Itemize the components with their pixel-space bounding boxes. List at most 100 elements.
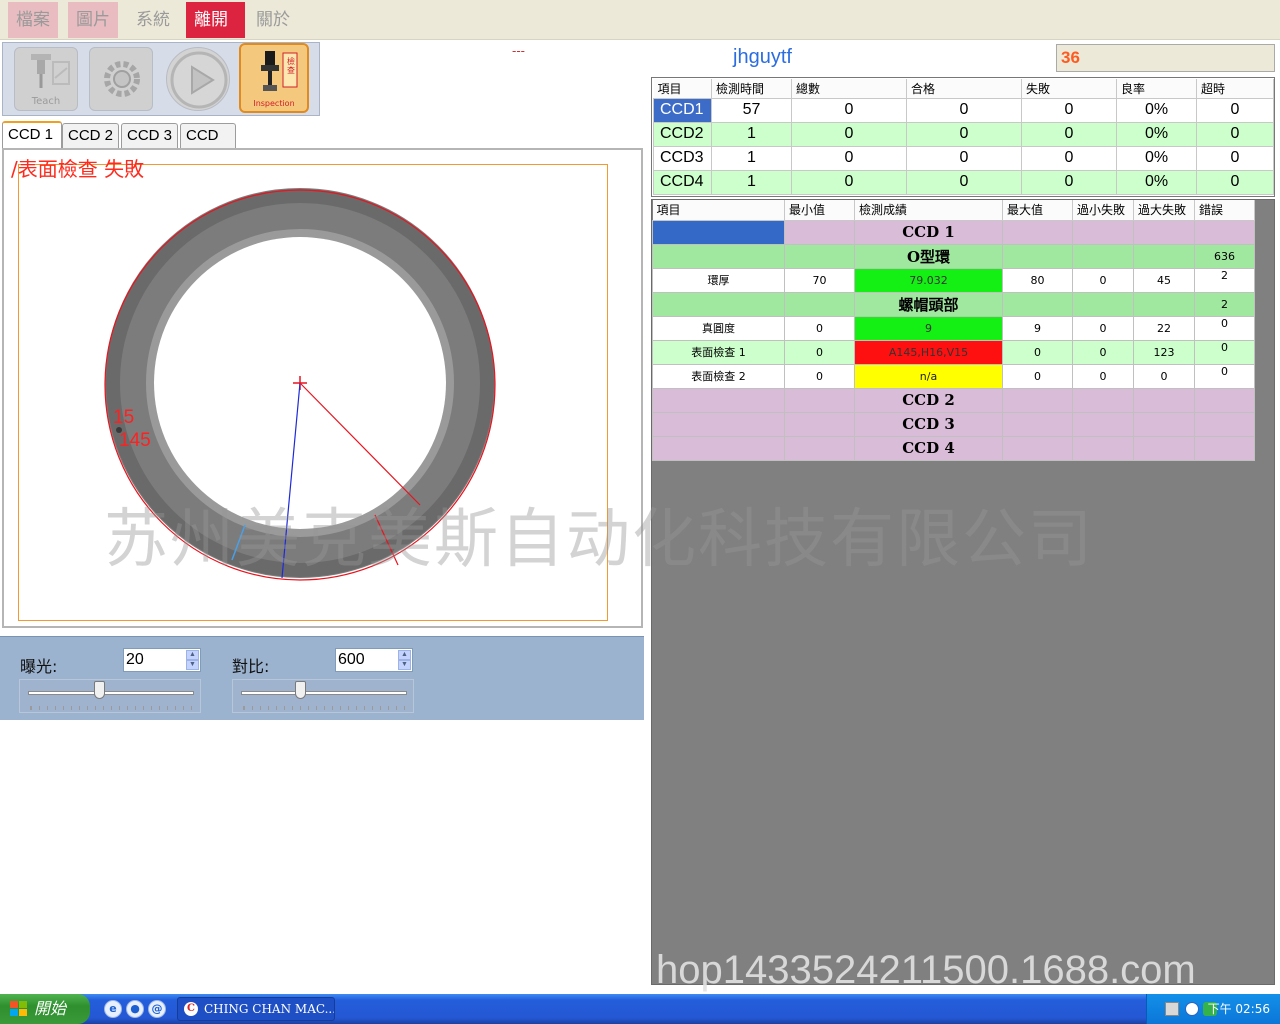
summary-header-row: 項目 檢測時間 總數 合格 失敗 良率 超時	[653, 79, 1274, 99]
summary-cell: 0	[791, 121, 907, 147]
summary-row[interactable]: CCD4 1 0 0 0 0% 0	[653, 169, 1274, 195]
summary-cell: 0	[1196, 169, 1274, 195]
col-max: 最大值	[1002, 200, 1073, 221]
summary-cell: 0	[791, 145, 907, 171]
job-title: jhguytf	[733, 46, 792, 68]
section-row-ccd4[interactable]: CCD 4	[652, 435, 1255, 461]
contrast-label: 對比:	[232, 657, 270, 676]
exposure-up-icon[interactable]: ▲	[186, 650, 199, 660]
group-label: O型環	[854, 243, 1003, 269]
summary-cell: 0	[1196, 97, 1274, 123]
section-row-ccd1[interactable]: CCD 1	[652, 219, 1255, 245]
summary-row[interactable]: CCD3 1 0 0 0 0% 0	[653, 145, 1274, 171]
contrast-slider[interactable]	[232, 679, 414, 713]
group-error: 2	[1194, 291, 1255, 317]
result-cell: 79.032	[854, 267, 1003, 293]
exposure-label: 曝光:	[20, 657, 58, 676]
detail-cell: 45	[1133, 267, 1195, 293]
summary-cell: 0%	[1116, 145, 1197, 171]
detail-cell: 0	[1072, 363, 1134, 389]
summary-cell: 0%	[1116, 169, 1197, 195]
col-total: 總數	[791, 79, 907, 99]
section-row-ccd2[interactable]: CCD 2	[652, 387, 1255, 413]
detail-cell: 0	[1072, 315, 1134, 341]
col-too-large: 過大失敗	[1133, 200, 1195, 221]
detail-table: 項目 最小值 檢測成績 最大值 過小失敗 過大失敗 錯誤 CCD 1 O型環 6…	[652, 200, 1255, 461]
detail-cell: 2	[1194, 267, 1255, 293]
contrast-spinner[interactable]: 600 ▲ ▼	[335, 648, 413, 672]
col-item: 項目	[653, 79, 712, 99]
outlook-icon[interactable]: @	[148, 1000, 166, 1018]
summary-cell: 0	[1021, 169, 1117, 195]
summary-cell: 1	[711, 145, 792, 171]
detail-panel: 項目 最小值 檢測成績 最大值 過小失敗 過大失敗 錯誤 CCD 1 O型環 6…	[651, 199, 1275, 985]
detail-cell: 0	[784, 315, 855, 341]
windows-flag-icon	[10, 1001, 28, 1017]
detail-cell: 0	[1194, 315, 1255, 341]
detail-cell: 0	[784, 339, 855, 365]
summary-row[interactable]: CCD2 1 0 0 0 0% 0	[653, 121, 1274, 147]
detail-cell: 表面檢查 2	[652, 363, 785, 389]
section-label: CCD 3	[854, 411, 1003, 437]
summary-cell: 1	[711, 121, 792, 147]
group-row-oring[interactable]: O型環 636	[652, 243, 1255, 269]
summary-cell[interactable]: CCD1	[653, 97, 712, 123]
result-cell: A145,H16,V15	[854, 339, 1003, 365]
detail-cell: 0	[784, 363, 855, 389]
taskbar: 開始 e ● @ C CHING CHAN MAC... 下午 02:56	[0, 994, 1280, 1024]
contrast-slider-thumb[interactable]	[295, 681, 307, 699]
group-row-nut-head[interactable]: 螺帽頭部 2	[652, 291, 1255, 317]
col-fail: 失敗	[1021, 79, 1117, 99]
inspection-status: /表面檢查 失敗	[11, 157, 145, 181]
group-label: 螺帽頭部	[854, 291, 1003, 317]
col-timeout: 超時	[1196, 79, 1274, 99]
contrast-up-icon[interactable]: ▲	[398, 650, 411, 660]
col-error: 錯誤	[1194, 200, 1255, 221]
detail-cell: 環厚	[652, 267, 785, 293]
detail-cell: 0	[1002, 339, 1073, 365]
section-row-ccd3[interactable]: CCD 3	[652, 411, 1255, 437]
summary-cell[interactable]: CCD4	[653, 169, 712, 195]
defect-label-a: 15	[113, 407, 135, 428]
url-watermark: hop1433524211500.1688.com	[656, 948, 1196, 992]
summary-cell[interactable]: CCD3	[653, 145, 712, 171]
detail-row[interactable]: 表面檢查 1 0 A145,H16,V15 0 0 123 0	[652, 339, 1255, 365]
detail-cell: 70	[784, 267, 855, 293]
summary-cell: 1	[711, 169, 792, 195]
exposure-slider-thumb[interactable]	[93, 681, 105, 699]
section-label: CCD 1	[854, 219, 1003, 245]
start-button[interactable]: 開始	[0, 994, 90, 1024]
app-icon: C	[184, 1002, 198, 1016]
detail-cell: 123	[1133, 339, 1195, 365]
exposure-spinner[interactable]: 20 ▲ ▼	[123, 648, 201, 672]
exposure-slider[interactable]	[19, 679, 201, 713]
summary-panel: 項目 檢測時間 總數 合格 失敗 良率 超時 CCD1 57 0 0 0 0% …	[651, 77, 1275, 197]
col-inspect-time: 檢測時間	[711, 79, 792, 99]
system-tray: 下午 02:56	[1146, 994, 1280, 1024]
section-label: CCD 2	[854, 387, 1003, 413]
start-label: 開始	[34, 999, 67, 1018]
summary-cell: 0	[791, 169, 907, 195]
col-item: 項目	[652, 200, 785, 221]
detail-row[interactable]: 表面檢查 2 0 n/a 0 0 0 0	[652, 363, 1255, 389]
keyboard-icon[interactable]	[1165, 1002, 1179, 1016]
exposure-down-icon[interactable]: ▼	[186, 660, 199, 670]
summary-cell[interactable]: CCD2	[653, 121, 712, 147]
summary-row[interactable]: CCD1 57 0 0 0 0% 0	[653, 97, 1274, 123]
section-label: CCD 4	[854, 435, 1003, 461]
detail-cell: 0	[1133, 363, 1195, 389]
chevron-left-icon[interactable]	[1185, 1002, 1199, 1016]
media-player-icon[interactable]: ●	[126, 1000, 144, 1018]
detail-cell: 0	[1072, 267, 1134, 293]
detail-cell: 0	[1194, 363, 1255, 389]
result-cell: 9	[854, 315, 1003, 341]
exposure-value: 20	[126, 651, 144, 668]
taskbar-app-label: CHING CHAN MAC...	[204, 1002, 335, 1016]
detail-row[interactable]: 環厚 70 79.032 80 0 45 2	[652, 267, 1255, 293]
ie-icon[interactable]: e	[104, 1000, 122, 1018]
detail-row[interactable]: 真圓度 0 9 9 0 22 0	[652, 315, 1255, 341]
taskbar-app-button[interactable]: C CHING CHAN MAC...	[177, 997, 335, 1021]
summary-cell: 0	[1196, 121, 1274, 147]
detail-cell: 22	[1133, 315, 1195, 341]
contrast-down-icon[interactable]: ▼	[398, 660, 411, 670]
